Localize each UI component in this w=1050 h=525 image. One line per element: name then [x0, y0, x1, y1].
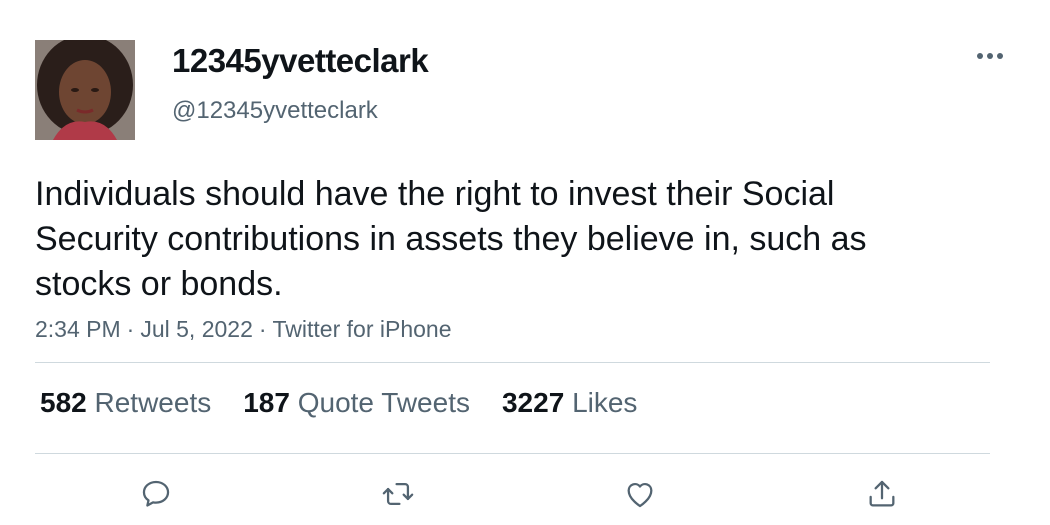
action-bar — [0, 474, 1050, 514]
divider — [35, 362, 990, 363]
likes-stat[interactable]: 3227 Likes — [502, 387, 637, 419]
more-horizontal-icon — [977, 53, 1003, 59]
share-icon — [869, 480, 895, 507]
reply-icon — [142, 480, 170, 507]
retweets-label: Retweets — [94, 387, 212, 418]
avatar[interactable] — [35, 40, 135, 140]
display-name[interactable]: 12345yvetteclark — [172, 42, 429, 80]
tweet-source[interactable]: Twitter for iPhone — [273, 316, 452, 342]
divider — [35, 453, 990, 454]
retweets-stat[interactable]: 582 Retweets — [40, 387, 211, 419]
like-button[interactable] — [620, 474, 660, 514]
tweet-time[interactable]: 2:34 PM — [35, 316, 121, 342]
tweet-text: Individuals should have the right to inv… — [35, 175, 867, 303]
quote-tweets-stat[interactable]: 187 Quote Tweets — [243, 387, 470, 419]
retweet-button[interactable] — [378, 474, 418, 514]
user-handle[interactable]: @12345yvetteclark — [172, 97, 378, 125]
likes-count: 3227 — [501, 387, 565, 418]
tweet-stats: 582 Retweets 187 Quote Tweets 3227 Likes — [40, 387, 637, 419]
tweet-date[interactable]: Jul 5, 2022 — [140, 316, 253, 342]
quote-tweets-count: 187 — [243, 387, 290, 418]
reply-button[interactable] — [136, 474, 176, 514]
retweet-icon — [382, 482, 414, 506]
more-options-button[interactable] — [970, 44, 1010, 68]
quote-tweets-label: Quote Tweets — [297, 387, 470, 418]
retweets-count: 582 — [40, 387, 87, 418]
meta-separator: · — [258, 316, 267, 342]
share-button[interactable] — [862, 474, 902, 514]
tweet-metadata: 2:34 PM · Jul 5, 2022 · Twitter for iPhone — [35, 316, 452, 343]
heart-icon — [627, 483, 653, 508]
avatar-image — [35, 40, 135, 140]
meta-separator: · — [126, 316, 135, 342]
likes-label: Likes — [572, 387, 638, 418]
